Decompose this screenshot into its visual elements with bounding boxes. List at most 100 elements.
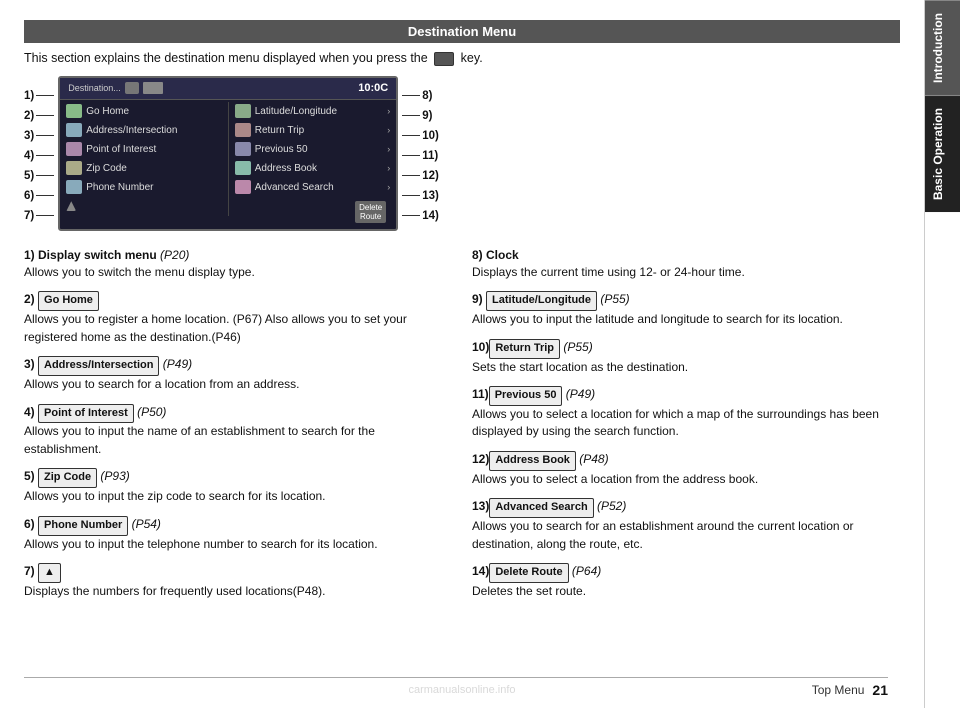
item-num-13: 13) bbox=[472, 499, 489, 513]
latlong-btn-label: Latitude/Longitude bbox=[486, 291, 597, 311]
right-label-14: 14) bbox=[402, 206, 439, 226]
footer-label: Top Menu bbox=[812, 683, 865, 697]
item-num-6: 6) bbox=[24, 517, 38, 531]
right-label-10: 10) bbox=[402, 126, 439, 146]
screen-row-phone: Phone Number bbox=[60, 178, 228, 197]
lat-icon bbox=[235, 104, 251, 118]
item-ref-4: (P50) bbox=[134, 405, 167, 419]
item-num-12: 12) bbox=[472, 452, 489, 466]
intro-paragraph: This section explains the destination me… bbox=[24, 51, 900, 66]
left-label-5: 5) bbox=[24, 166, 54, 186]
item-ref-10: (P55) bbox=[560, 340, 593, 354]
nav-diagram: 1) 2) 3) 4) 5) 6) 7) Destination... 10:0… bbox=[24, 76, 900, 231]
addrbook-btn-label: Address Book bbox=[489, 451, 576, 471]
desc-item-13: 13)Advanced Search (P52) Allows you to s… bbox=[472, 498, 900, 553]
screen-menu-items: Go Home Address/Intersection Point of In… bbox=[60, 100, 396, 218]
item-ref-5: (P93) bbox=[97, 469, 130, 483]
item-ref-11: (P49) bbox=[562, 387, 595, 401]
arrow-prev50: › bbox=[387, 144, 390, 154]
screen-row-up bbox=[60, 197, 228, 216]
prev50-text: Previous 50 bbox=[255, 144, 384, 155]
poi-icon bbox=[66, 142, 82, 156]
desc-item-7: 7) ▲ Displays the numbers for frequently… bbox=[24, 563, 452, 600]
item-desc-7: Displays the numbers for frequently used… bbox=[24, 584, 325, 598]
address-text: Address/Intersection bbox=[86, 125, 222, 136]
return-btn-label: Return Trip bbox=[489, 339, 560, 359]
item-ref-9: (P55) bbox=[597, 292, 630, 306]
latlong-text: Latitude/Longitude bbox=[255, 106, 384, 117]
item-num-3: 3) bbox=[24, 357, 38, 371]
item-ref-1: (P20) bbox=[157, 248, 190, 262]
zip-icon bbox=[66, 161, 82, 175]
diagram-right-labels: 8) 9) 10) 11) 12) 13) 14) bbox=[402, 86, 439, 226]
item-ref-12: (P48) bbox=[576, 452, 609, 466]
addrbook-text: Address Book bbox=[255, 163, 384, 174]
return-icon bbox=[235, 123, 251, 137]
item-ref-3: (P49) bbox=[159, 357, 192, 371]
screen-icon-2 bbox=[143, 82, 163, 94]
advsearch-icon bbox=[235, 180, 251, 194]
desc-item-5: 5) Zip Code (P93) Allows you to input th… bbox=[24, 468, 452, 505]
sidebar-tab-intro-label: Introduction bbox=[931, 13, 945, 83]
left-label-1: 1) bbox=[24, 86, 54, 106]
address-icon bbox=[66, 123, 82, 137]
item-num-11: 11) bbox=[472, 387, 489, 401]
item-desc-1: Allows you to switch the menu display ty… bbox=[24, 265, 255, 279]
right-label-8: 8) bbox=[402, 86, 439, 106]
sidebar-tab-basic-operation[interactable]: Basic Operation bbox=[925, 95, 960, 212]
item-num-5: 5) bbox=[24, 469, 38, 483]
item-num-14: 14) bbox=[472, 564, 489, 578]
item-title-1: Display switch menu bbox=[38, 248, 157, 262]
phone-text: Phone Number bbox=[86, 182, 222, 193]
item-num-7: 7) bbox=[24, 564, 38, 578]
screen-row-return: Return Trip › bbox=[229, 121, 397, 140]
sidebar-tab-introduction[interactable]: Introduction bbox=[925, 0, 960, 95]
screen-time: 10:0C bbox=[358, 82, 388, 94]
left-label-3: 3) bbox=[24, 126, 54, 146]
prev50-icon bbox=[235, 142, 251, 156]
item-desc-12: Allows you to select a location from the… bbox=[472, 472, 758, 486]
addrbook-icon bbox=[235, 161, 251, 175]
up-btn-label: ▲ bbox=[38, 563, 61, 583]
home-icon bbox=[66, 104, 82, 118]
desc-item-11: 11)Previous 50 (P49) Allows you to selec… bbox=[472, 386, 900, 441]
zip-btn-label: Zip Code bbox=[38, 468, 97, 488]
desc-item-3: 3) Address/Intersection (P49) Allows you… bbox=[24, 356, 452, 393]
screen-icon-1 bbox=[125, 82, 139, 94]
screen-right-col: Latitude/Longitude › Return Trip › Previ… bbox=[229, 102, 397, 216]
descriptions-container: 1) Display switch menu (P20) Allows you … bbox=[24, 247, 900, 611]
phone-icon bbox=[66, 180, 82, 194]
desc-item-9: 9) Latitude/Longitude (P55) Allows you t… bbox=[472, 291, 900, 328]
footer-page-number: 21 bbox=[872, 682, 888, 698]
left-label-4: 4) bbox=[24, 146, 54, 166]
item-desc-13: Allows you to search for an establishmen… bbox=[472, 519, 854, 550]
poi-btn-label: Point of Interest bbox=[38, 404, 134, 424]
screen-row-prev50: Previous 50 › bbox=[229, 140, 397, 159]
prev50-btn-label: Previous 50 bbox=[489, 386, 563, 406]
desc-item-6: 6) Phone Number (P54) Allows you to inpu… bbox=[24, 516, 452, 553]
left-label-6: 6) bbox=[24, 186, 54, 206]
phone-btn-label: Phone Number bbox=[38, 516, 128, 536]
screen-columns: Go Home Address/Intersection Point of In… bbox=[60, 102, 396, 216]
desc-left-col: 1) Display switch menu (P20) Allows you … bbox=[24, 247, 452, 611]
screen-row-address: Address/Intersection bbox=[60, 121, 228, 140]
desc-right-col: 8) Clock Displays the current time using… bbox=[472, 247, 900, 611]
right-label-9: 9) bbox=[402, 106, 439, 126]
item-desc-9: Allows you to input the latitude and lon… bbox=[472, 312, 843, 326]
screen-row-gohome: Go Home bbox=[60, 102, 228, 121]
item-num-10: 10) bbox=[472, 340, 489, 354]
desc-item-14: 14)Delete Route (P64) Deletes the set ro… bbox=[472, 563, 900, 600]
desc-item-10: 10)Return Trip (P55) Sets the start loca… bbox=[472, 339, 900, 376]
screen-left-col: Go Home Address/Intersection Point of In… bbox=[60, 102, 229, 216]
page-footer: Top Menu 21 bbox=[24, 677, 888, 698]
left-label-7: 7) bbox=[24, 206, 54, 226]
arrow-latlong: › bbox=[387, 106, 390, 116]
poi-text: Point of Interest bbox=[86, 144, 222, 155]
right-label-11: 11) bbox=[402, 146, 439, 166]
item-num-1: 1) bbox=[24, 248, 38, 262]
screen-dest-label: Destination... bbox=[68, 83, 121, 93]
screen-row-zip: Zip Code bbox=[60, 159, 228, 178]
up-icon bbox=[66, 201, 76, 211]
item-desc-5: Allows you to input the zip code to sear… bbox=[24, 489, 326, 503]
right-sidebar: Introduction Basic Operation bbox=[924, 0, 960, 708]
